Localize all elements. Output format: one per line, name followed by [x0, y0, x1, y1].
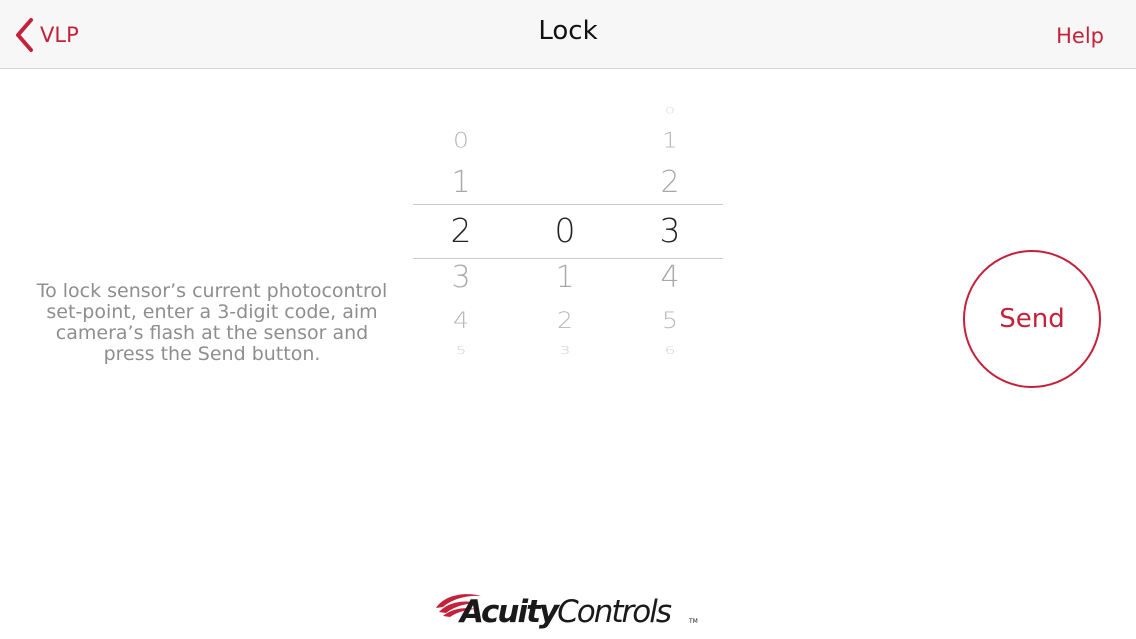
picker-digit[interactable]: 1: [620, 130, 720, 151]
picker-digit[interactable]: 3: [411, 263, 511, 293]
back-button[interactable]: VLP: [14, 17, 79, 53]
navigation-bar: VLP Lock Help: [0, 0, 1136, 69]
picker-digit[interactable]: 4: [620, 263, 720, 293]
picker-digit[interactable]: 0: [411, 130, 511, 151]
picker-digit[interactable]: 2: [620, 168, 720, 198]
logo-controls-text: Controls: [557, 594, 672, 630]
picker-selected-digit[interactable]: 3: [620, 214, 720, 247]
acuity-controls-logo: AcuityControls TM: [436, 594, 698, 630]
picker-digit[interactable]: 6: [620, 346, 720, 356]
picker-digit[interactable]: 1: [411, 168, 511, 198]
picker-wheel-ones[interactable]: 0 1 2 3 4 5 6: [620, 95, 720, 375]
code-picker: 012345 0123 0123456: [413, 95, 723, 375]
back-label: VLP: [40, 23, 79, 47]
picker-selected-digit[interactable]: 2: [411, 214, 511, 247]
picker-digit[interactable]: 3: [515, 346, 615, 356]
picker-digit[interactable]: 4: [411, 309, 511, 332]
picker-digit[interactable]: 5: [411, 346, 511, 356]
logo-trademark: TM: [688, 618, 698, 625]
chevron-left-icon: [16, 18, 33, 52]
picker-selected-digit[interactable]: 0: [515, 214, 615, 247]
instruction-text: To lock sensor’s current photocontrol se…: [36, 280, 388, 365]
picker-wheel-hundreds[interactable]: 0 1 2 3 4 5: [411, 95, 511, 375]
picker-digit[interactable]: 0: [620, 106, 720, 116]
picker-digit[interactable]: 5: [620, 309, 720, 332]
logo-acuity-text: Acuity: [457, 594, 561, 630]
picker-digit[interactable]: 1: [515, 263, 615, 293]
svg-text:AcuityControls: AcuityControls: [457, 594, 672, 630]
picker-wheel-tens[interactable]: 0 1 2 3: [515, 95, 615, 375]
picker-digit[interactable]: 2: [515, 309, 615, 332]
page-title: Lock: [538, 16, 598, 46]
send-button[interactable]: Send: [963, 250, 1101, 388]
help-button[interactable]: Help: [1056, 24, 1104, 48]
